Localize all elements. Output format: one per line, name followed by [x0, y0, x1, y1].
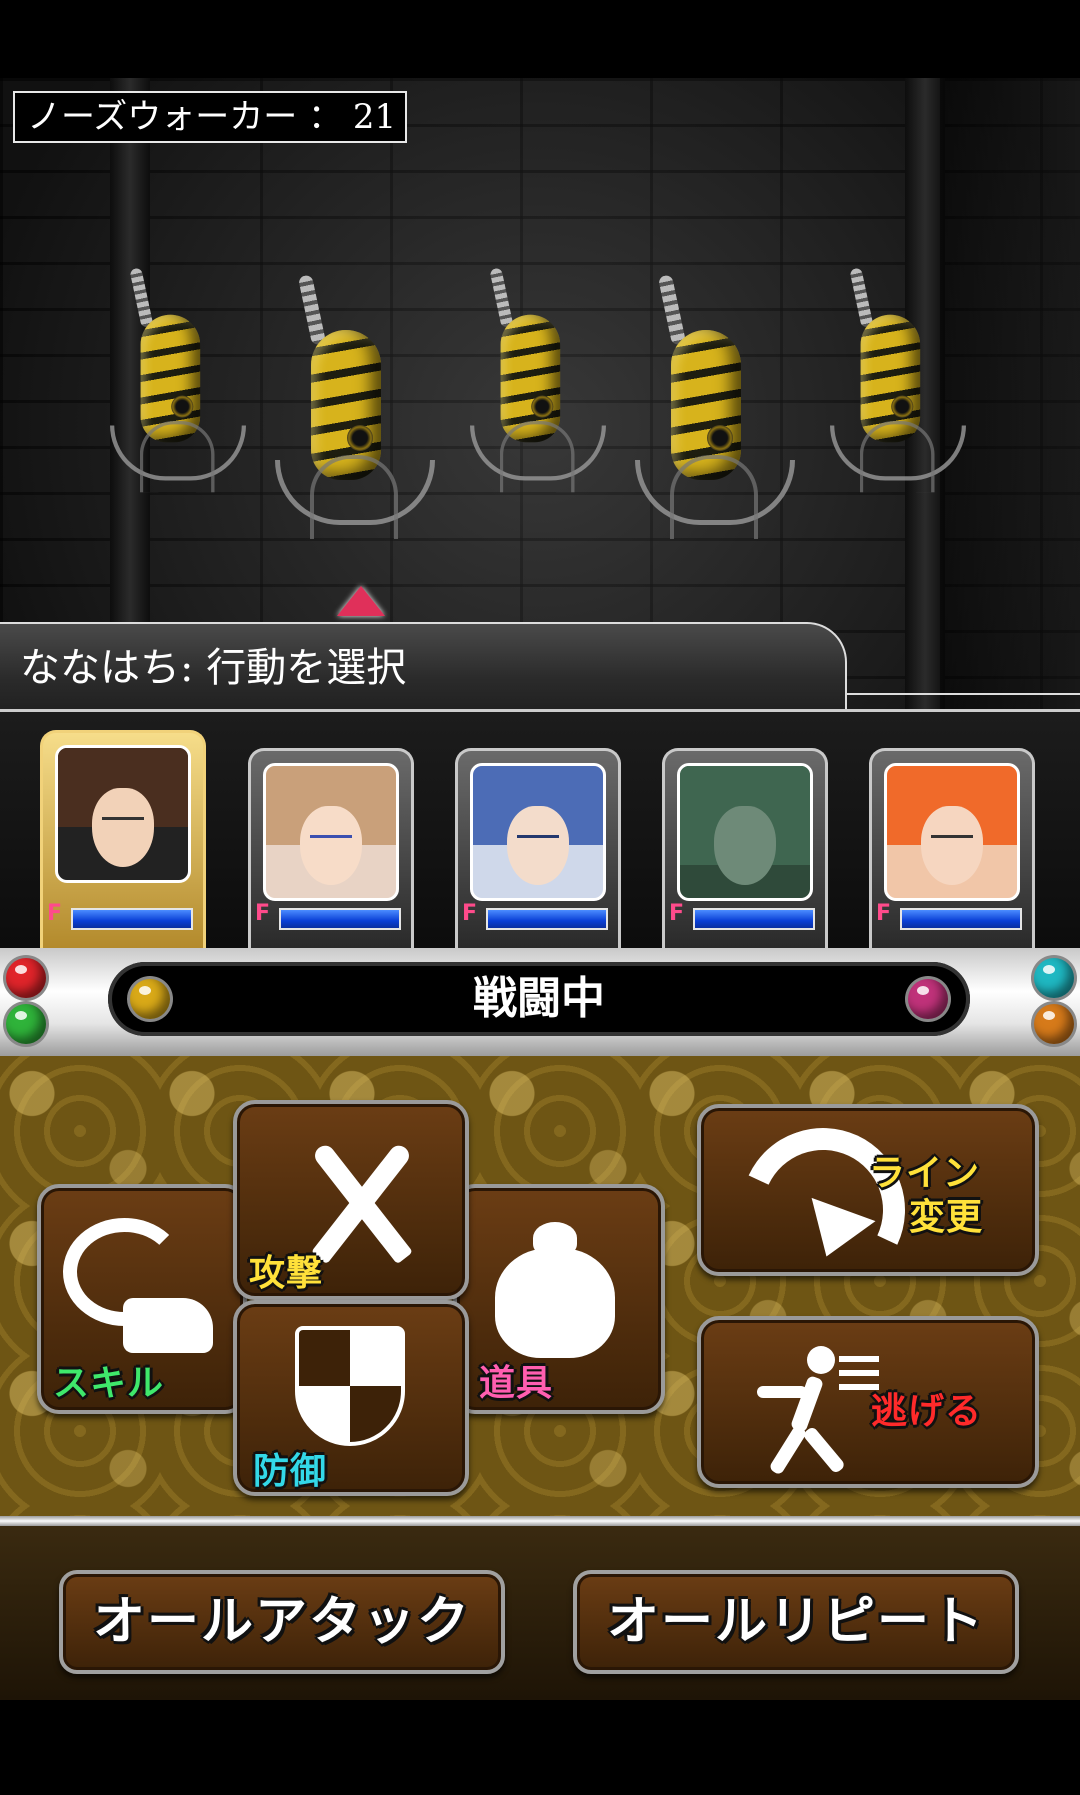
all-attack-button[interactable]: オールアタック [59, 1570, 505, 1674]
orange-gem-icon [1034, 1004, 1074, 1044]
bottom-bar: オールアタック オールリピート [0, 1526, 1080, 1700]
attack-label: 攻撃 [249, 1253, 324, 1294]
portrait-avatar [263, 763, 399, 901]
hp-bar [71, 908, 193, 930]
formation-badge: F [462, 901, 478, 926]
formation-badge: F [669, 901, 685, 926]
enemy-3[interactable] [470, 267, 606, 493]
action-prompt: ななはち: 行動を選択 [20, 645, 407, 691]
portrait-avatar [470, 763, 606, 901]
navigation-area [0, 1700, 1080, 1795]
party-member[interactable]: F [662, 748, 828, 948]
all-attack-label: オールアタック [92, 1592, 471, 1652]
battle-status: 戦闘中 [473, 973, 605, 1024]
skill-icon [63, 1218, 213, 1368]
green-gem-icon [6, 1004, 46, 1044]
party-member[interactable]: F [455, 748, 621, 948]
enemy-1[interactable] [110, 267, 246, 493]
hp-bar [279, 908, 401, 930]
all-repeat-button[interactable]: オールリピート [573, 1570, 1019, 1674]
hp-bar [693, 908, 815, 930]
line-change-button[interactable]: ライン 変更 [697, 1104, 1039, 1316]
status-pill: 戦闘中 [108, 962, 970, 1036]
skill-label: スキル [53, 1363, 165, 1404]
bag-icon [495, 1222, 615, 1362]
defend-label: 防御 [253, 1451, 328, 1492]
formation-badge: F [876, 901, 892, 926]
target-cursor-icon [337, 586, 385, 616]
shield-icon [295, 1326, 405, 1446]
enemy-counter-label: ノーズウォーカー ： 21 [27, 97, 397, 137]
escape-button[interactable]: 逃げる [697, 1316, 1039, 1488]
item-label: 道具 [479, 1363, 554, 1404]
party-strip: F F F F F [0, 712, 1080, 948]
runner-icon [743, 1342, 879, 1476]
status-plate: 戦闘中 [0, 948, 1080, 1056]
hp-bar [486, 908, 608, 930]
escape-label: 逃げる [871, 1391, 983, 1432]
hp-bar [900, 908, 1022, 930]
formation-badge: F [255, 901, 271, 926]
all-repeat-label: オールリピート [606, 1592, 985, 1652]
red-gem-icon [6, 958, 46, 998]
enemy-4[interactable] [635, 274, 795, 539]
item-button[interactable]: 道具 [453, 1184, 665, 1414]
teal-gem-icon [1034, 958, 1074, 998]
portrait-avatar [884, 763, 1020, 901]
arrow-icon [717, 1104, 929, 1316]
enemy-counter: ノーズウォーカー ： 21 [13, 91, 407, 143]
message-divider [845, 693, 1080, 695]
formation-badge: F [47, 901, 63, 926]
attack-button[interactable]: 攻撃 [233, 1100, 469, 1300]
enemy-2[interactable] [275, 274, 435, 539]
portrait-avatar [677, 763, 813, 901]
party-member[interactable]: F [40, 730, 206, 948]
defend-button[interactable]: 防御 [233, 1300, 469, 1496]
command-panel: スキル 道具 攻撃 防御 ライン 変更 逃げる [0, 1056, 1080, 1526]
skill-button[interactable]: スキル [37, 1184, 247, 1414]
portrait-avatar [55, 745, 191, 883]
party-member[interactable]: F [248, 748, 414, 948]
line-change-label-2: 変更 [909, 1197, 984, 1238]
enemy-5[interactable] [830, 267, 966, 493]
party-member[interactable]: F [869, 748, 1035, 948]
